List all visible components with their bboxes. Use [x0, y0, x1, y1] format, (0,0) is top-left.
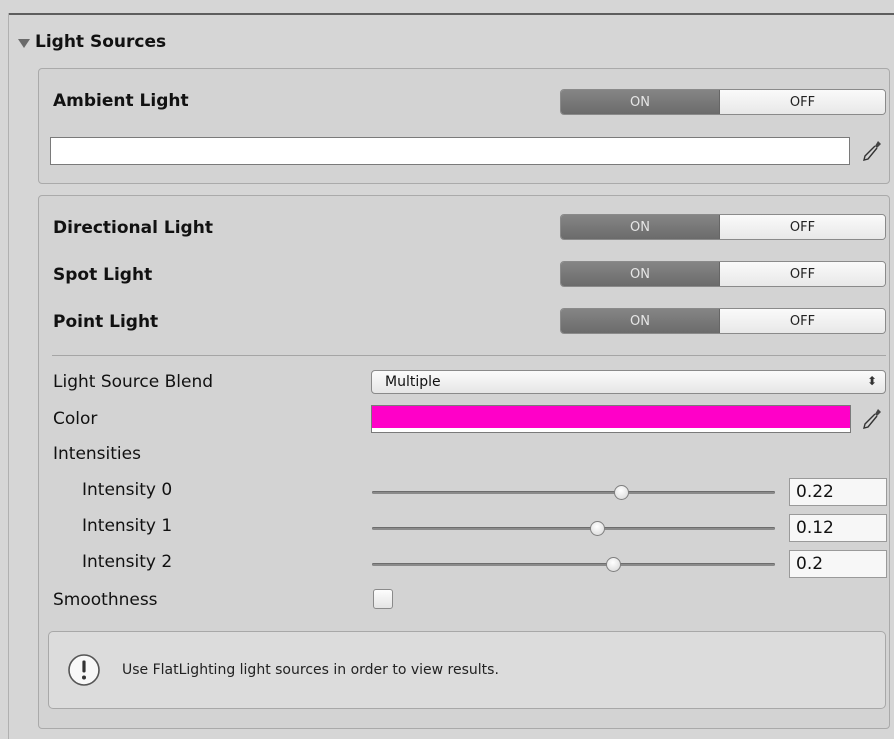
help-text: Use FlatLighting light sources in order … — [122, 662, 499, 678]
point-on-button[interactable]: ON — [561, 309, 720, 333]
intensities-label: Intensities — [53, 444, 141, 464]
spot-light-toggle[interactable]: ON OFF — [560, 261, 886, 287]
color-alpha-strip — [372, 428, 850, 432]
window-top-strip — [0, 0, 894, 13]
blend-selected-value: Multiple — [385, 374, 441, 390]
ambient-light-toggle[interactable]: ON OFF — [560, 89, 886, 115]
panel-divider — [52, 355, 886, 356]
intensity-0-slider-track[interactable] — [372, 491, 775, 494]
ambient-light-panel — [38, 68, 890, 184]
directional-off-button[interactable]: OFF — [720, 215, 885, 239]
foldout-triangle-icon[interactable] — [18, 38, 30, 48]
directional-light-label: Directional Light — [53, 218, 213, 238]
intensity-2-slider-track[interactable] — [372, 563, 775, 566]
color-label: Color — [53, 409, 98, 429]
ambient-off-button[interactable]: OFF — [720, 90, 885, 114]
help-box: Use FlatLighting light sources in order … — [48, 631, 886, 709]
intensity-1-value-field[interactable]: 0.12 — [789, 514, 887, 542]
point-light-label: Point Light — [53, 312, 159, 332]
spot-light-label: Spot Light — [53, 265, 153, 285]
intensity-0-label: Intensity 0 — [82, 480, 173, 500]
ambient-alpha-strip — [51, 160, 849, 164]
light-source-blend-dropdown[interactable]: Multiple ⬍ — [371, 370, 886, 394]
smoothness-checkbox[interactable] — [373, 589, 393, 609]
left-border — [8, 13, 9, 739]
directional-light-toggle[interactable]: ON OFF — [560, 214, 886, 240]
intensity-1-slider-track[interactable] — [372, 527, 775, 530]
info-icon — [68, 654, 100, 686]
section-title: Light Sources — [35, 32, 167, 52]
intensity-2-label: Intensity 2 — [82, 552, 173, 572]
eyedropper-icon[interactable] — [859, 138, 883, 164]
intensity-0-value-field[interactable]: 0.22 — [789, 478, 887, 506]
spot-on-button[interactable]: ON — [561, 262, 720, 286]
ambient-on-button[interactable]: ON — [561, 90, 720, 114]
color-field[interactable] — [371, 405, 851, 433]
intensity-2-value-field[interactable]: 0.2 — [789, 550, 887, 578]
light-sources-foldout[interactable]: Light Sources — [18, 32, 166, 52]
point-light-toggle[interactable]: ON OFF — [560, 308, 886, 334]
spot-off-button[interactable]: OFF — [720, 262, 885, 286]
ambient-color-field[interactable] — [50, 137, 850, 165]
light-source-blend-label: Light Source Blend — [53, 372, 214, 392]
point-off-button[interactable]: OFF — [720, 309, 885, 333]
directional-on-button[interactable]: ON — [561, 215, 720, 239]
header-divider — [8, 13, 894, 15]
smoothness-label: Smoothness — [53, 590, 158, 610]
eyedropper-icon[interactable] — [859, 406, 883, 432]
intensity-1-label: Intensity 1 — [82, 516, 173, 536]
ambient-light-label: Ambient Light — [53, 91, 189, 111]
dropdown-arrows-icon: ⬍ — [866, 374, 877, 388]
